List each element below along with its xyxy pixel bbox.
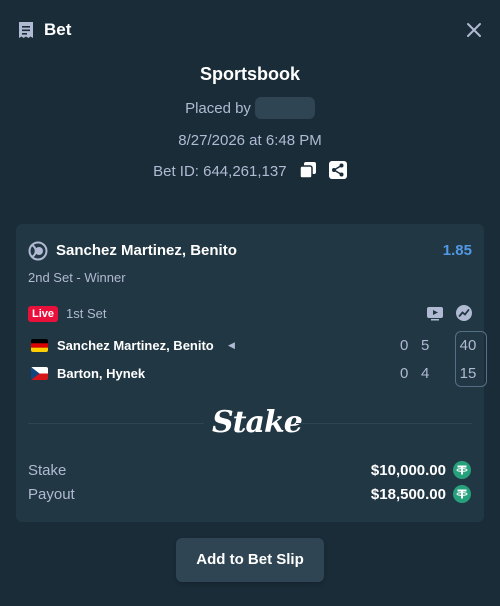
games-score: 4 [421,365,430,382]
placed-by-label: Placed by [185,100,251,117]
stake-amount: $10,000.00 [370,462,446,479]
bet-source-title: Sportsbook [199,64,300,84]
modal-header: Bet [0,0,500,60]
match-period: 1st Set [66,306,107,321]
bet-datetime: 8/27/2026 at 6:48 PM [178,132,322,149]
divider [296,423,472,424]
tether-icon [453,461,471,479]
bet-id: Bet ID: 644,261,137 [153,163,287,180]
current-points-box [455,331,487,387]
add-to-bet-slip-button[interactable]: Add to Bet Slip [176,538,324,582]
receipt-icon [19,22,33,38]
team-name: Barton, Hynek [57,366,146,381]
placed-by: Placed by [0,97,500,120]
germany-flag-icon [31,339,48,352]
team-row-home: Sanchez Martinez, Benito ◀ 0 5 40 [28,336,476,356]
market-name: 2nd Set - Winner [28,270,126,285]
live-badge: Live [28,306,58,322]
sets-score: 0 [400,365,409,382]
sets-score: 0 [400,337,409,354]
close-icon[interactable] [464,20,484,40]
divider [28,423,204,424]
payout-label: Payout [28,486,75,503]
bet-id-row: Bet ID: 644,261,137 [0,161,500,183]
tether-icon [453,485,471,503]
team-row-away: Barton, Hynek 0 4 15 [28,364,476,384]
stake-logo: Stake [212,405,303,440]
hidden-username[interactable] [254,97,315,119]
serve-indicator-icon: ◀ [228,340,235,350]
tennis-ball-icon [28,241,48,261]
modal-title: Bet [44,20,72,39]
payout-amount: $18,500.00 [370,486,446,503]
games-score: 5 [421,337,430,354]
selection-odds: 1.85 [442,242,472,259]
bet-card: Sanchez Martinez, Benito 1.85 2nd Set - … [16,224,487,522]
stake-label: Stake [28,462,67,479]
czech-flag-icon [31,367,48,380]
stats-icon[interactable] [456,305,472,321]
copy-icon[interactable] [298,161,317,179]
selection-name: Sanchez Martinez, Benito [56,242,237,259]
stream-icon[interactable] [427,305,443,321]
team-name: Sanchez Martinez, Benito [57,338,214,353]
share-icon[interactable] [328,161,347,179]
